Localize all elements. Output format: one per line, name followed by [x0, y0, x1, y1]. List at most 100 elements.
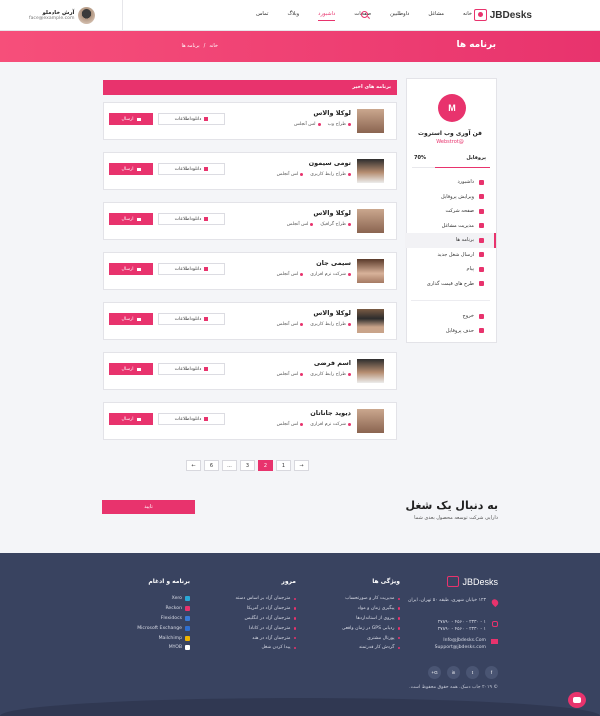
footer-link[interactable]: مدیریت کار و صورتحساب — [324, 594, 400, 604]
footer-link[interactable]: Reckon — [100, 604, 190, 614]
page-button[interactable]: 1 — [276, 460, 291, 471]
footer-wave — [0, 698, 600, 716]
breadcrumb-home[interactable]: خانه — [209, 43, 218, 49]
applicant-name[interactable]: تومی سیمون — [309, 159, 351, 167]
applicant-location-text: لس آنجلس — [286, 222, 309, 227]
facebook-icon[interactable]: f — [485, 666, 498, 679]
footer-address: ۱۲۳ خیابان شهری، طبقه ۵۰ تهران، ایران — [407, 598, 486, 603]
applicant-name[interactable]: اسم فرضی — [314, 359, 351, 367]
download-info-button[interactable]: دانلوداطلاعات — [158, 213, 225, 225]
location-pin-icon — [300, 323, 304, 326]
footer-link-text: مترجمان آزاد در هند — [252, 635, 291, 641]
footer-link[interactable]: مترجمان آزاد در کانادا — [206, 623, 296, 633]
footer-email[interactable]: Support@jbdesks.com — [406, 644, 486, 651]
footer-link-text: مترجمان آزاد در آمریکا — [246, 606, 291, 612]
sidebar-item-dashboard[interactable]: داشبورد — [405, 175, 496, 190]
sidebar-item-messages[interactable]: پیام — [405, 262, 496, 277]
page-button[interactable]: 3 — [240, 460, 255, 471]
nav-item-home[interactable]: خانه — [463, 11, 472, 21]
confirm-button[interactable]: تایید — [102, 500, 195, 514]
footer-link[interactable]: پورتال مشتری — [324, 633, 400, 643]
sidebar-item-edit-profile[interactable]: ویرایش پروفایل — [405, 190, 496, 205]
page-button[interactable]: 6 — [204, 460, 219, 471]
nav-item-blog[interactable]: وبلاگ — [287, 11, 299, 21]
chat-bubble-icon[interactable] — [568, 692, 586, 708]
next-page-button[interactable]: → — [294, 460, 309, 471]
briefcase-icon — [348, 323, 351, 326]
nav-item-dashboard[interactable]: داشبورد — [318, 11, 336, 21]
sidebar-item-applications[interactable]: برنامه ها — [405, 233, 496, 248]
user-menu[interactable]: آرش خادملو face@example.com — [29, 7, 96, 24]
page-button-active[interactable]: 2 — [258, 460, 273, 471]
applicant-role: طراح رابط کاربری — [310, 322, 351, 327]
sidebar-item-post-job[interactable]: ارسال شغل جدید — [405, 248, 496, 263]
send-button[interactable]: ارسال — [109, 163, 153, 175]
footer-link[interactable]: مترجمان آزاد در انگلیس — [206, 614, 296, 624]
footer-link[interactable]: مترجمان آزاد بر اساس دسته — [206, 594, 296, 604]
download-label: دانلوداطلاعات — [174, 366, 202, 372]
bullet-icon — [397, 646, 400, 650]
footer-link[interactable]: مترجمان آزاد در هند — [206, 633, 296, 643]
nav-item-candidates[interactable]: داوطلبین — [390, 11, 409, 21]
site-logo[interactable]: JBDesks — [473, 9, 532, 21]
applicant-name[interactable]: لوکلا والاس — [313, 209, 351, 217]
linkedin-icon[interactable]: in — [447, 666, 460, 679]
footer-link[interactable]: پیروی از استانداردها — [324, 614, 400, 624]
footer-link[interactable]: Flexidocs — [100, 614, 190, 624]
send-button[interactable]: ارسال — [109, 113, 153, 125]
footer-phone: ۲۷۸۹۰ - ۴۵۶۰ - ۲۳۳۰ - ۱ — [437, 627, 486, 632]
download-info-button[interactable]: دانلوداطلاعات — [158, 313, 225, 325]
applicant-name[interactable]: لوکلا والاس — [313, 109, 351, 117]
send-button[interactable]: ارسال — [109, 313, 153, 325]
send-button[interactable]: ارسال — [109, 213, 153, 225]
footer-link[interactable]: Microsoft Exchange — [100, 623, 190, 633]
download-info-button[interactable]: دانلوداطلاعات — [158, 163, 225, 175]
power-icon — [479, 313, 484, 319]
google-plus-icon[interactable]: G+ — [428, 666, 441, 679]
send-label: ارسال — [121, 316, 134, 322]
applicant-name[interactable]: سیمی جان — [316, 259, 351, 267]
sidebar-item-company-page[interactable]: صفحه شرکت — [405, 204, 496, 219]
location-pin-icon — [300, 423, 304, 426]
download-info-button[interactable]: دانلوداطلاعات — [158, 413, 225, 425]
search-icon[interactable] — [361, 11, 368, 18]
send-button[interactable]: ارسال — [109, 263, 153, 275]
applicant-card: لوکلا والاس طراح وب لس آنجلس دانلوداطلاع… — [103, 102, 397, 140]
footer-link[interactable]: Mailchimp — [100, 633, 190, 643]
footer-link[interactable]: MYOB — [100, 643, 190, 653]
footer-link[interactable]: ردیابی GPS در زمان واقعی — [324, 623, 400, 633]
nav-item-jobs[interactable]: مشاغل — [428, 11, 444, 21]
footer-link[interactable]: گردش کار قدرتمند — [324, 643, 400, 653]
send-label: ارسال — [121, 266, 134, 272]
footer-link-text: Microsoft Exchange — [137, 625, 182, 631]
company-handle[interactable]: @Webstrot — [414, 139, 486, 145]
applicant-name[interactable]: دیوید جاناتان — [310, 409, 351, 417]
applicant-name[interactable]: لوکلا والاس — [313, 309, 351, 317]
sidebar-item-label: برنامه ها — [455, 237, 474, 244]
send-button[interactable]: ارسال — [109, 363, 153, 375]
footer-email[interactable]: Info@Jbdesks.Com — [406, 637, 486, 644]
applicant-location: لس آنجلس — [277, 272, 304, 277]
footer-link[interactable]: مترجمان آزاد در آمریکا — [206, 604, 296, 614]
sidebar-item-manage-jobs[interactable]: مدیریت مشاغل — [405, 219, 496, 234]
download-info-button[interactable]: دانلوداطلاعات — [158, 363, 225, 375]
twitter-icon[interactable]: t — [466, 666, 479, 679]
footer-link[interactable]: پیدا کردن شغل — [206, 643, 296, 653]
briefcase-icon — [348, 123, 351, 126]
briefcase-icon — [348, 273, 351, 276]
footer-link[interactable]: Xero — [100, 594, 190, 604]
briefcase-icon — [348, 373, 351, 376]
download-info-button[interactable]: دانلوداطلاعات — [158, 113, 225, 125]
prev-page-button[interactable]: ← — [186, 460, 201, 471]
footer-link[interactable]: پیگیری زمان و مواد — [324, 604, 400, 614]
send-button[interactable]: ارسال — [109, 413, 153, 425]
download-info-button[interactable]: دانلوداطلاعات — [158, 263, 225, 275]
sidebar-item-delete-profile[interactable]: حذف پروفایل — [405, 324, 496, 339]
footer-logo[interactable]: JBDesks — [447, 576, 498, 587]
footer-link-text: پیروی از استانداردها — [356, 615, 395, 621]
copyright: © ۲۰۱۹ جاب دسک. همه حقوق محفوظ است. — [409, 685, 498, 690]
sidebar-item-logout[interactable]: خروج — [405, 309, 496, 324]
footer-phone: ۲۷۸۹۰ - ۴۵۶۰ - ۲۳۳۰ - ۱ — [437, 620, 486, 625]
nav-item-contact[interactable]: تماس — [256, 11, 268, 21]
sidebar-item-pricing[interactable]: طرح های قیمت گذاری — [405, 277, 496, 292]
